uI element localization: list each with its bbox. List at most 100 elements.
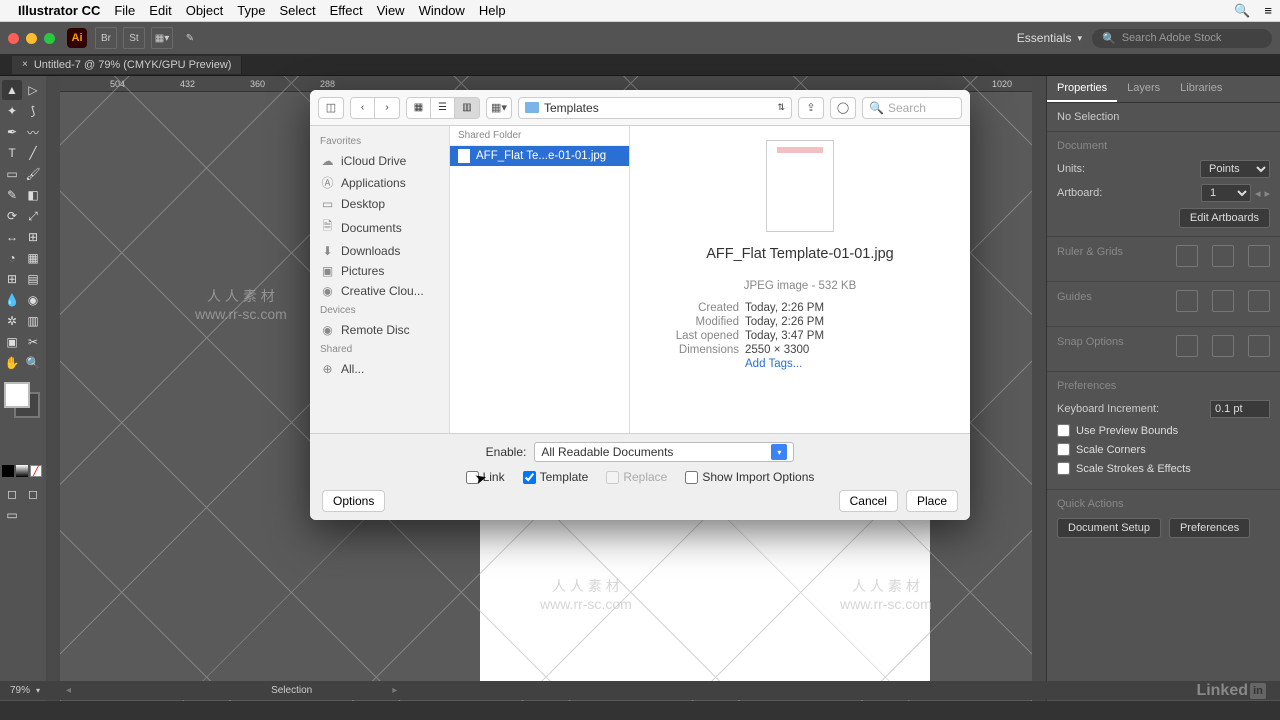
close-icon[interactable] [8, 33, 19, 44]
icon-view-icon[interactable]: ▦ [407, 98, 431, 118]
screen-mode-icon[interactable]: ▭ [2, 505, 22, 525]
artboard-select[interactable]: 1 [1201, 184, 1251, 202]
units-select[interactable]: Points [1200, 160, 1270, 178]
zoom-icon[interactable] [44, 33, 55, 44]
scale-tool[interactable]: ⤢ [23, 206, 43, 226]
menu-select[interactable]: Select [279, 3, 315, 18]
add-tags-link[interactable]: Add Tags... [745, 358, 802, 370]
cb-scale-corners[interactable]: Scale Corners [1057, 443, 1270, 456]
lock-guides-icon[interactable] [1248, 290, 1270, 312]
snap-grid-icon[interactable] [1212, 335, 1234, 357]
menu-hamburger-icon[interactable]: ≡ [1264, 3, 1272, 18]
sidebar-item-icloud[interactable]: ☁︎iCloud Drive [310, 151, 449, 171]
zoom-level[interactable]: 79% [10, 685, 30, 696]
blend-tool[interactable]: ◉ [23, 290, 43, 310]
tab-libraries[interactable]: Libraries [1170, 76, 1232, 102]
gradient-tool[interactable]: ▤ [23, 269, 43, 289]
mesh-tool[interactable]: ⊞ [2, 269, 22, 289]
edit-artboards-button[interactable]: Edit Artboards [1179, 208, 1270, 228]
grid-icon[interactable] [1212, 245, 1234, 267]
brush-icon[interactable]: ✎ [179, 27, 201, 49]
window-controls[interactable] [8, 33, 55, 44]
arrange-icon[interactable]: ▦▾ [151, 27, 173, 49]
sidebar-item-all[interactable]: ⊕All... [310, 359, 449, 379]
back-button[interactable]: ‹ [351, 98, 375, 118]
minimize-icon[interactable] [26, 33, 37, 44]
arrange-button[interactable]: ▦▾ [486, 97, 512, 119]
menu-window[interactable]: Window [419, 3, 465, 18]
graph-tool[interactable]: ▥ [23, 311, 43, 331]
cb-template[interactable]: Template [523, 470, 589, 484]
draw-mode-icon[interactable]: ◻ [2, 484, 22, 504]
tab-layers[interactable]: Layers [1117, 76, 1170, 102]
kbd-increment-input[interactable] [1210, 400, 1270, 418]
enable-select[interactable]: All Readable Documents ▾ [534, 442, 794, 462]
color-swatches[interactable] [2, 382, 44, 424]
sidebar-item-creative-cloud[interactable]: ◉Creative Clou... [310, 281, 449, 301]
transparency-grid-icon[interactable] [1248, 245, 1270, 267]
forward-button[interactable]: › [375, 98, 399, 118]
snap-point-icon[interactable] [1176, 335, 1198, 357]
fill-swatch[interactable] [4, 382, 30, 408]
eraser-tool[interactable]: ◧ [23, 185, 43, 205]
menu-type[interactable]: Type [237, 3, 265, 18]
sidebar-item-desktop[interactable]: ▭Desktop [310, 194, 449, 214]
shape-builder-tool[interactable]: ◔ [2, 248, 22, 268]
symbol-sprayer-tool[interactable]: ✲ [2, 311, 22, 331]
cb-scale-strokes[interactable]: Scale Strokes & Effects [1057, 462, 1270, 475]
place-button[interactable]: Place [906, 490, 958, 512]
sidebar-item-documents[interactable]: 🗎Documents [310, 214, 449, 241]
draw-behind-icon[interactable]: ◻ [23, 484, 43, 504]
sidebar-item-applications[interactable]: ⒶApplications [310, 171, 449, 194]
selection-tool[interactable]: ▲ [2, 80, 22, 100]
list-view-icon[interactable]: ☰ [431, 98, 455, 118]
finder-search[interactable]: 🔍 Search [862, 97, 962, 119]
cb-preview-bounds[interactable]: Use Preview Bounds [1057, 424, 1270, 437]
artboard-tool[interactable]: ▣ [2, 332, 22, 352]
app-name[interactable]: Illustrator CC [18, 3, 100, 18]
file-item-selected[interactable]: AFF_Flat Te...e-01-01.jpg [450, 146, 629, 166]
menu-edit[interactable]: Edit [149, 3, 171, 18]
cb-show-import[interactable]: Show Import Options [685, 470, 814, 484]
bridge-icon[interactable]: Br [95, 27, 117, 49]
stock-icon[interactable]: St [123, 27, 145, 49]
mini-gradient-icon[interactable] [16, 465, 28, 477]
prev-artboard-icon[interactable]: ◂ [1255, 187, 1261, 200]
spotlight-icon[interactable]: 🔍 [1234, 3, 1250, 19]
zoom-tool[interactable]: 🔍 [23, 353, 43, 373]
workspace-switcher[interactable]: Essentials ▾ [1017, 31, 1082, 45]
sidebar-toggle-icon[interactable]: ◫ [318, 97, 344, 119]
paintbrush-tool[interactable]: 🖌 [23, 164, 43, 184]
tags-icon[interactable]: ◯ [830, 97, 856, 119]
mini-color-icon[interactable] [2, 465, 14, 477]
mini-none-icon[interactable]: ╱ [30, 465, 42, 477]
menu-file[interactable]: File [114, 3, 135, 18]
menu-effect[interactable]: Effect [330, 3, 363, 18]
close-tab-icon[interactable]: × [22, 59, 28, 70]
hand-tool[interactable]: ✋ [2, 353, 22, 373]
free-transform-tool[interactable]: ⊞ [23, 227, 43, 247]
document-tab[interactable]: × Untitled-7 @ 79% (CMYK/GPU Preview) [12, 56, 242, 74]
pencil-tool[interactable]: ✎ [2, 185, 22, 205]
sidebar-item-downloads[interactable]: ⬇︎Downloads [310, 241, 449, 261]
lasso-tool[interactable]: ⟆ [23, 101, 43, 121]
next-artboard-icon[interactable]: ▸ [1264, 187, 1270, 200]
tab-properties[interactable]: Properties [1047, 76, 1117, 102]
canvas-scrollbar-right[interactable] [1032, 76, 1046, 701]
column-view-icon[interactable]: ▥ [455, 98, 479, 118]
preferences-button[interactable]: Preferences [1169, 518, 1250, 538]
menu-view[interactable]: View [377, 3, 405, 18]
menu-object[interactable]: Object [186, 3, 224, 18]
sidebar-item-remote-disc[interactable]: ◉Remote Disc [310, 320, 449, 340]
magic-wand-tool[interactable]: ✦ [2, 101, 22, 121]
chevron-down-icon[interactable]: ▾ [36, 686, 40, 695]
path-dropdown[interactable]: Templates ⇅ [518, 97, 792, 119]
line-tool[interactable]: ╱ [23, 143, 43, 163]
smart-guides-icon[interactable] [1212, 290, 1234, 312]
snap-pixel-icon[interactable] [1248, 335, 1270, 357]
direct-selection-tool[interactable]: ▷ [23, 80, 43, 100]
rotate-tool[interactable]: ⟳ [2, 206, 22, 226]
guides-icon[interactable] [1176, 290, 1198, 312]
pen-tool[interactable]: ✒ [2, 122, 22, 142]
width-tool[interactable]: ↔ [2, 227, 22, 247]
